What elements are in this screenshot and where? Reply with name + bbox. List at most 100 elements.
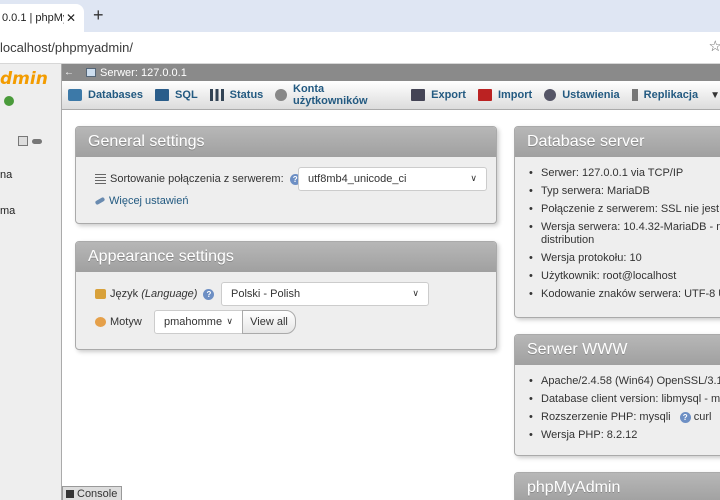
collapse-arrow-icon[interactable]: ← — [64, 67, 78, 78]
tab-label: Databases — [88, 89, 144, 101]
database-server-list: Serwer: 127.0.0.1 via TCP/IP Typ serwera… — [523, 167, 720, 306]
chevron-down-icon: ∨ — [470, 173, 477, 183]
tab-title: 0.0.1 | phpMyAdmin — [2, 12, 64, 24]
tab-import[interactable]: Import — [472, 81, 538, 110]
list-item: Wersja PHP: 8.2.12 — [523, 429, 720, 442]
tab-databases[interactable]: Databases — [62, 81, 149, 110]
appearance-settings-panel: Appearance settings Język (Language) ? P… — [75, 241, 497, 350]
tab-label: Replikacja — [643, 89, 699, 101]
theme-value: pmahomme — [164, 316, 223, 328]
more-settings-row[interactable]: Więcej ustawień — [94, 195, 188, 207]
browser-tab[interactable]: 0.0.1 | phpMyAdmin ✕ — [0, 4, 84, 32]
link-icon[interactable] — [32, 139, 42, 144]
collation-icon — [95, 174, 106, 184]
browser-tab-bar: 0.0.1 | phpMyAdmin ✕ + — [0, 0, 720, 32]
tab-replication[interactable]: Replikacja — [626, 81, 704, 110]
more-menu-icon[interactable]: ▼ — [710, 90, 720, 101]
import-icon — [477, 89, 492, 101]
tab-label: SQL — [175, 89, 198, 101]
chevron-down-icon: ∨ — [226, 316, 233, 326]
new-tab-icon[interactable]: + — [93, 5, 104, 26]
theme-icon — [95, 317, 106, 327]
list-item: Połączenie z serwerem: SSL nie jest uży — [523, 203, 720, 216]
tab-label: Import — [497, 89, 533, 101]
console-toggle[interactable]: Console — [62, 486, 122, 500]
collation-label: Sortowanie połączenia z serwerem: — [110, 173, 284, 185]
list-item: Wersja protokołu: 10 — [523, 252, 720, 265]
tab-settings[interactable]: Ustawienia — [538, 81, 625, 110]
view-all-button[interactable]: View all — [242, 310, 296, 334]
tab-label: Konta użytkowników — [293, 83, 368, 107]
help-icon[interactable]: ? — [679, 412, 691, 423]
php-extension-label: Rozszerzenie PHP: mysqli — [541, 411, 671, 423]
phpmyadmin-panel: phpMyAdmin — [514, 472, 720, 500]
theme-row: Motyw — [95, 316, 142, 328]
bookmark-star-icon[interactable]: ☆ — [709, 37, 720, 55]
reload-icon[interactable] — [4, 96, 14, 106]
top-menu: Databases SQL Status Konta użytkowników … — [62, 81, 720, 110]
navigation-panel: dmin na ma — [0, 64, 62, 500]
collapse-all-icon[interactable] — [18, 136, 28, 146]
tab-status[interactable]: Status — [204, 81, 270, 110]
theme-select[interactable]: pmahomme ∨ — [154, 310, 243, 334]
tab-label: Export — [431, 89, 466, 101]
tab-sql[interactable]: SQL — [149, 81, 204, 110]
server-breadcrumb: ← Serwer: 127.0.0.1 — [62, 64, 720, 81]
list-item: Rozszerzenie PHP: mysqli ? curl ? m — [523, 411, 720, 424]
collation-select[interactable]: utf8mb4_unicode_ci ∨ — [298, 167, 487, 191]
server-icon — [86, 68, 96, 77]
tab-export[interactable]: Export — [405, 81, 472, 110]
console-label: Console — [77, 487, 118, 500]
tab-label: Status — [229, 89, 264, 101]
web-server-title: Serwer WWW — [515, 335, 720, 365]
web-server-list: Apache/2.4.58 (Win64) OpenSSL/3.1.3 P Da… — [523, 375, 720, 447]
database-server-title: Database server — [515, 127, 720, 157]
tab-label: Ustawienia — [562, 89, 620, 101]
database-icon — [68, 89, 82, 101]
help-icon[interactable]: ? — [203, 288, 215, 300]
nav-item[interactable]: na — [0, 169, 12, 181]
console-icon — [66, 489, 74, 498]
general-settings-panel: General settings Sortowanie połączenia z… — [75, 126, 497, 224]
database-server-panel: Database server Serwer: 127.0.0.1 via TC… — [514, 126, 720, 318]
replication-icon — [631, 89, 638, 101]
status-icon — [209, 89, 224, 101]
list-item: Apache/2.4.58 (Win64) OpenSSL/3.1.3 P — [523, 375, 720, 388]
main-content: General settings Sortowanie połączenia z… — [62, 110, 720, 500]
list-item: Serwer: 127.0.0.1 via TCP/IP — [523, 167, 720, 180]
language-icon — [95, 289, 106, 299]
language-value: Polski - Polish — [231, 288, 301, 300]
language-label: Język — [110, 288, 139, 300]
chevron-down-icon: ∨ — [412, 288, 419, 298]
address-bar[interactable]: localhost/phpmyadmin/ ☆ — [0, 32, 720, 64]
list-item-continuation: distribution — [541, 234, 595, 246]
collation-row: Sortowanie połączenia z serwerem: ? — [95, 173, 301, 185]
tab-user-accounts[interactable]: Konta użytkowników — [269, 81, 405, 110]
list-item: Wersja serwera: 10.4.32-MariaDB - mari — [523, 221, 720, 234]
sql-icon — [155, 89, 170, 101]
list-item: Użytkownik: root@localhost — [523, 270, 720, 283]
wrench-icon — [94, 196, 106, 206]
general-settings-title: General settings — [76, 127, 496, 157]
language-select[interactable]: Polski - Polish ∨ — [221, 282, 429, 306]
more-settings-link[interactable]: Więcej ustawień — [109, 195, 188, 207]
theme-label: Motyw — [110, 316, 142, 328]
settings-icon — [544, 89, 557, 101]
url-text[interactable]: localhost/phpmyadmin/ — [0, 40, 133, 55]
web-server-panel: Serwer WWW Apache/2.4.58 (Win64) OpenSSL… — [514, 334, 720, 456]
collation-value: utf8mb4_unicode_ci — [308, 173, 407, 185]
export-icon — [411, 89, 426, 101]
nav-item[interactable]: ma — [0, 205, 15, 217]
users-icon — [275, 89, 287, 101]
phpmyadmin-title: phpMyAdmin — [515, 473, 720, 500]
phpmyadmin-logo[interactable]: dmin — [0, 69, 48, 89]
language-row: Język (Language) ? — [95, 288, 215, 300]
breadcrumb-server[interactable]: Serwer: 127.0.0.1 — [100, 67, 187, 79]
close-tab-icon[interactable]: ✕ — [66, 11, 76, 25]
language-label-en: (Language) — [141, 288, 198, 300]
list-item: Kodowanie znaków serwera: UTF-8 Unic — [523, 288, 720, 301]
list-item: Database client version: libmysql - mysq — [523, 393, 720, 406]
appearance-settings-title: Appearance settings — [76, 242, 496, 272]
list-item: Typ serwera: MariaDB — [523, 185, 720, 198]
curl-text: curl — [693, 411, 712, 423]
